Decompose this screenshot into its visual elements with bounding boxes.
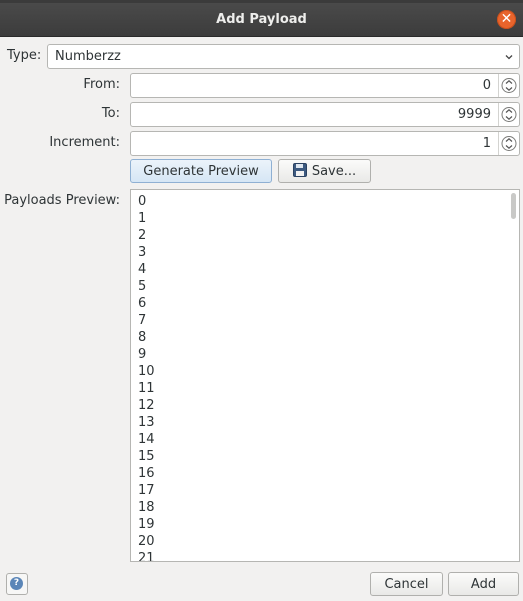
spinner-arrows-icon bbox=[501, 107, 517, 122]
list-item[interactable]: 17 bbox=[138, 482, 155, 499]
add-label: Add bbox=[470, 577, 497, 592]
help-icon: ? bbox=[10, 577, 23, 590]
spinner-arrows-icon bbox=[501, 136, 517, 151]
list-item[interactable]: 6 bbox=[138, 295, 155, 312]
list-item[interactable]: 13 bbox=[138, 414, 155, 431]
preview-label: Payloads Preview: bbox=[4, 193, 120, 208]
close-icon: ✕ bbox=[500, 11, 513, 27]
cancel-label: Cancel bbox=[384, 577, 429, 592]
list-item[interactable]: 11 bbox=[138, 380, 155, 397]
list-item[interactable]: 7 bbox=[138, 312, 155, 329]
generate-preview-label: Generate Preview bbox=[143, 164, 259, 179]
list-item[interactable]: 20 bbox=[138, 533, 155, 550]
type-value: Numberzz bbox=[55, 49, 121, 64]
list-item[interactable]: 9 bbox=[138, 346, 155, 363]
list-item[interactable]: 2 bbox=[138, 227, 155, 244]
list-item[interactable]: 4 bbox=[138, 261, 155, 278]
type-label: Type: bbox=[7, 48, 42, 63]
to-spinner[interactable]: 9999 bbox=[130, 102, 520, 127]
from-spinner-arrows[interactable] bbox=[498, 74, 519, 97]
list-item[interactable]: 18 bbox=[138, 499, 155, 516]
floppy-disk-icon bbox=[292, 163, 307, 177]
to-spinner-arrows[interactable] bbox=[498, 103, 519, 126]
list-item[interactable]: 15 bbox=[138, 448, 155, 465]
increment-label: Increment: bbox=[49, 135, 120, 150]
preview-scrollbar[interactable] bbox=[511, 193, 516, 219]
list-item[interactable]: 19 bbox=[138, 516, 155, 533]
list-item[interactable]: 8 bbox=[138, 329, 155, 346]
list-item[interactable]: 21 bbox=[138, 550, 155, 561]
list-item[interactable]: 16 bbox=[138, 465, 155, 482]
add-button[interactable]: Add bbox=[448, 572, 519, 596]
save-button[interactable]: Save... bbox=[278, 159, 371, 183]
window-title: Add Payload bbox=[216, 12, 307, 27]
preview-items: 0 1 2 3 4 5 6 7 8 9 10 11 12 13 14 15 16 17 18 19 20 21 bbox=[138, 193, 155, 561]
list-item[interactable]: 5 bbox=[138, 278, 155, 295]
list-item[interactable]: 12 bbox=[138, 397, 155, 414]
to-value: 9999 bbox=[457, 107, 491, 122]
cancel-button[interactable]: Cancel bbox=[370, 572, 443, 596]
generate-preview-button[interactable]: Generate Preview bbox=[130, 159, 272, 183]
from-label: From: bbox=[83, 77, 120, 92]
list-item[interactable]: 3 bbox=[138, 244, 155, 261]
close-button[interactable]: ✕ bbox=[497, 10, 516, 29]
title-bar: Add Payload ✕ bbox=[0, 3, 523, 37]
help-button[interactable]: ? bbox=[6, 573, 28, 595]
list-item[interactable]: 14 bbox=[138, 431, 155, 448]
chevron-down-icon bbox=[505, 55, 513, 60]
increment-value: 1 bbox=[482, 136, 491, 151]
spinner-arrows-icon bbox=[501, 78, 517, 93]
list-item[interactable]: 1 bbox=[138, 210, 155, 227]
payloads-preview-list[interactable]: 0 1 2 3 4 5 6 7 8 9 10 11 12 13 14 15 16 17 18 19 20 21 bbox=[130, 189, 520, 562]
list-item[interactable]: 0 bbox=[138, 193, 155, 210]
type-combobox[interactable]: Numberzz bbox=[47, 44, 520, 69]
to-label: To: bbox=[101, 106, 120, 121]
from-spinner[interactable]: 0 bbox=[130, 73, 520, 98]
increment-spinner[interactable]: 1 bbox=[130, 131, 520, 156]
from-value: 0 bbox=[482, 78, 491, 93]
save-label: Save... bbox=[311, 164, 357, 179]
list-item[interactable]: 10 bbox=[138, 363, 155, 380]
increment-spinner-arrows[interactable] bbox=[498, 132, 519, 155]
